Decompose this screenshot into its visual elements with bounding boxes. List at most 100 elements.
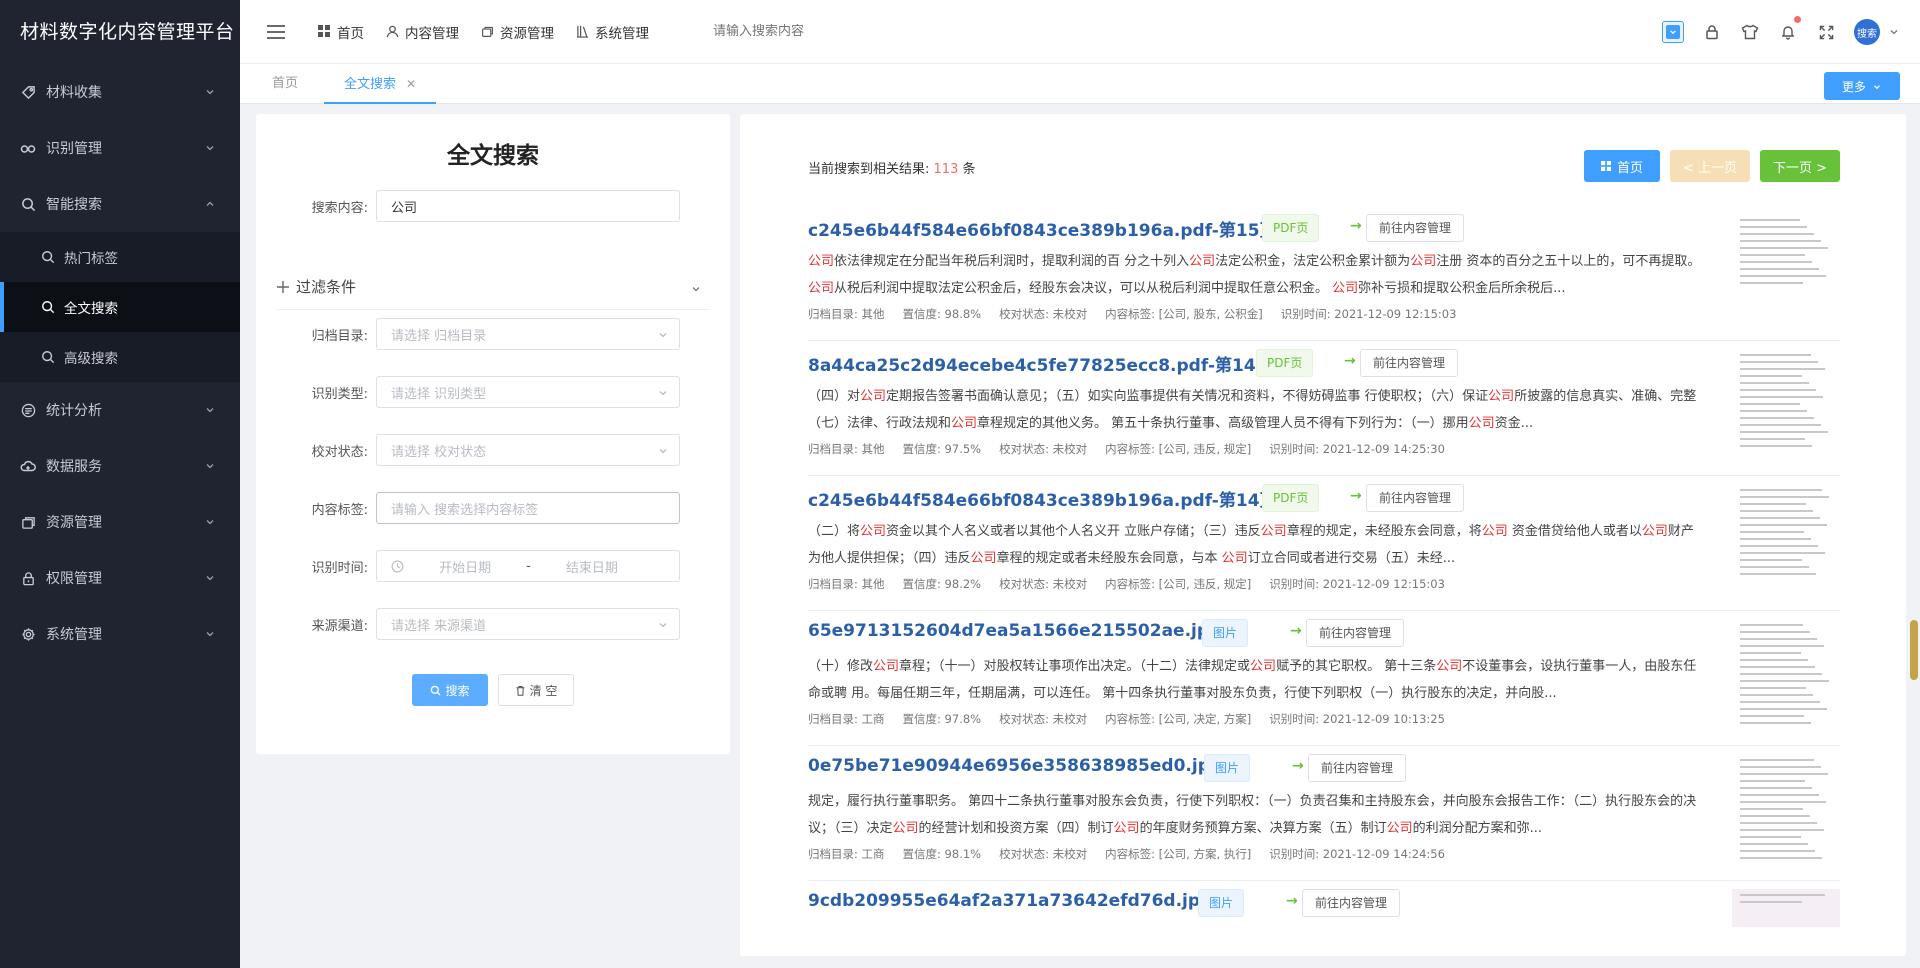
prev-page-button[interactable]: < 上一页: [1670, 150, 1750, 182]
goto-content-management-button[interactable]: 前往内容管理: [1306, 619, 1405, 647]
result-title-link[interactable]: 0e75be71e90944e6956e358638985ed0.jpg: [808, 756, 1222, 776]
avatar[interactable]: 搜索: [1854, 19, 1880, 45]
sidebar-subitem-fulltext-search[interactable]: 全文搜索: [0, 282, 240, 332]
summary-suffix: 条: [962, 162, 976, 177]
clock-icon: [391, 560, 404, 573]
result-title-link[interactable]: 65e9713152604d7ea5a1566e215502ae.jpg: [808, 621, 1221, 641]
result-meta-field: 内容标签: [公司, 股东, 公积金]: [1105, 307, 1263, 321]
result-meta: 归档目录: 其他 置信度: 98.2% 校对状态: 未校对 内容标签: [公司, 违反…: [808, 576, 1463, 592]
recognition-time-range[interactable]: 开始日期 - 结束日期: [376, 550, 680, 582]
archive-select[interactable]: 请选择 归档目录: [376, 318, 680, 350]
result-item: 0e75be71e90944e6956e358638985ed0.jpg 图片 → 前…: [808, 746, 1840, 881]
filter-collapse-header[interactable]: 过滤条件: [276, 264, 710, 310]
result-title-link[interactable]: c245e6b44f584e66bf0843ce389b196a.pdf-第15…: [808, 216, 1277, 241]
result-thumbnail[interactable]: [1732, 484, 1840, 596]
sidebar-item-recognition[interactable]: 识别管理: [0, 120, 240, 176]
chart-icon: [20, 402, 36, 418]
tab-home[interactable]: 首页: [272, 64, 298, 104]
content-tag-input[interactable]: 请输入 搜索选择内容标签: [376, 492, 680, 524]
sidebar-item-system-management[interactable]: 系统管理: [0, 606, 240, 662]
close-icon[interactable]: ✕: [406, 77, 416, 91]
goto-content-management-button[interactable]: 前往内容管理: [1360, 349, 1459, 377]
goto-content-management-button[interactable]: 前往内容管理: [1366, 214, 1465, 242]
result-meta: 归档目录: 工商 置信度: 97.8% 校对状态: 未校对 内容标签: [公司, 决定…: [808, 711, 1463, 727]
result-snippet: 规定，履行执行董事职务。 第四十二条执行董事对股东会负责，行使下列职权：（一）负…: [808, 794, 1697, 836]
arrow-right-icon: →: [1350, 488, 1362, 504]
recognition-type-select[interactable]: 请选择 识别类型: [376, 376, 680, 408]
more-button[interactable]: 更多: [1824, 72, 1900, 100]
sidebar-item-material-collection[interactable]: 材料收集: [0, 64, 240, 120]
chevron-down-icon: [204, 572, 216, 584]
trash-icon: [515, 685, 526, 696]
sidebar-item-statistics[interactable]: 统计分析: [0, 382, 240, 438]
search-icon: [40, 299, 56, 315]
nav-home[interactable]: 首页: [318, 22, 364, 42]
pager: 首页 < 上一页 下一页 >: [1574, 150, 1840, 182]
sidebar-item-label: 识别管理: [46, 141, 102, 157]
first-page-button[interactable]: 首页: [1584, 150, 1660, 182]
result-meta-field: 内容标签: [公司, 决定, 方案]: [1105, 712, 1252, 726]
proof-label: 校对状态:: [311, 444, 368, 460]
proof-status-select[interactable]: 请选择 校对状态: [376, 434, 680, 466]
sidebar-subitem-label: 热门标签: [64, 251, 118, 267]
fullscreen-icon[interactable]: [1816, 22, 1836, 42]
arrow-right-icon: →: [1290, 623, 1302, 639]
form-row-time: 识别时间: 开始日期 - 结束日期: [256, 550, 730, 582]
end-date-placeholder[interactable]: 结束日期: [566, 557, 618, 576]
tag-placeholder: 请输入 搜索选择内容标签: [391, 502, 539, 518]
sidebar-subitem-advanced-search[interactable]: 高级搜索: [0, 332, 240, 382]
result-thumbnail[interactable]: [1732, 349, 1840, 461]
form-row-type: 识别类型: 请选择 识别类型: [256, 376, 730, 408]
result-title-link[interactable]: c245e6b44f584e66bf0843ce389b196a.pdf-第14…: [808, 486, 1277, 511]
search-icon: [40, 349, 56, 365]
goto-content-management-button[interactable]: 前往内容管理: [1308, 754, 1407, 782]
chevron-down-icon: [1666, 25, 1680, 39]
tab-fulltext-search[interactable]: 全文搜索 ✕: [324, 64, 437, 104]
box-icon: [481, 25, 495, 39]
shirt-icon[interactable]: [1740, 22, 1760, 42]
result-title-link[interactable]: 9cdb209955e64af2a371a73642efd76d.jpg: [808, 891, 1212, 911]
result-thumbnail[interactable]: [1732, 754, 1840, 866]
sidebar-item-data-service[interactable]: 数据服务: [0, 438, 240, 494]
result-meta: 归档目录: 其他 置信度: 97.5% 校对状态: 未校对 内容标签: [公司, 违反…: [808, 441, 1463, 457]
nav-system-management[interactable]: 系统管理: [576, 22, 649, 42]
result-meta-field: 归档目录: 其他: [808, 577, 885, 591]
goto-content-management-button[interactable]: 前往内容管理: [1302, 889, 1401, 917]
result-thumbnail[interactable]: [1732, 619, 1840, 731]
search-content-input[interactable]: 公司: [376, 190, 680, 222]
result-meta-field: 置信度: 98.2%: [902, 577, 982, 591]
next-page-button[interactable]: 下一页 >: [1760, 150, 1840, 182]
start-date-placeholder[interactable]: 开始日期: [439, 557, 491, 576]
search-button[interactable]: 搜索: [412, 674, 488, 706]
nav-content-management[interactable]: 内容管理: [386, 22, 459, 42]
sidebar-item-label: 材料收集: [46, 85, 102, 101]
hamburger-icon[interactable]: [264, 20, 288, 44]
results-panel: 当前搜索到相关结果: 113 条 首页 < 上一页 下一页 > c245e6b4…: [740, 114, 1906, 956]
result-meta-field: 识别时间: 2021-12-09 14:25:30: [1269, 442, 1445, 456]
result-title-link[interactable]: 8a44ca25c2d94ecebe4c5fe77825ecc8.pdf-第14…: [808, 351, 1273, 376]
result-meta-field: 内容标签: [公司, 违反, 规定]: [1105, 442, 1252, 456]
sidebar-subitem-hot-tags[interactable]: 热门标签: [0, 232, 240, 282]
sidebar-item-permission-management[interactable]: 权限管理: [0, 550, 240, 606]
form-row-tag: 内容标签: 请输入 搜索选择内容标签: [256, 492, 730, 524]
content-label: 搜索内容:: [311, 200, 368, 216]
dropdown-select-icon[interactable]: [1662, 21, 1684, 43]
sidebar-item-resource-management[interactable]: 资源管理: [0, 494, 240, 550]
form-row-proof: 校对状态: 请选择 校对状态: [256, 434, 730, 466]
lock-icon[interactable]: [1702, 22, 1722, 42]
nav-resource-management[interactable]: 资源管理: [481, 22, 554, 42]
sidebar-item-smart-search[interactable]: 智能搜索: [0, 176, 240, 232]
page-scrollbar[interactable]: [1910, 620, 1918, 680]
result-snippet: （十）修改公司章程；（十一）对股权转让事项作出决定。（十二）法律规定或公司赋予的…: [808, 659, 1697, 701]
grid-icon: [318, 24, 332, 39]
bell-icon[interactable]: [1778, 16, 1801, 42]
result-thumbnail[interactable]: [1732, 214, 1840, 326]
clear-button[interactable]: 清 空: [498, 674, 574, 706]
sidebar-item-label: 统计分析: [46, 403, 102, 419]
goto-content-management-button[interactable]: 前往内容管理: [1366, 484, 1465, 512]
tab-label: 首页: [272, 76, 299, 91]
global-search-input[interactable]: [713, 24, 1013, 39]
result-thumbnail[interactable]: [1732, 889, 1840, 927]
chevron-down-icon[interactable]: [1888, 26, 1900, 38]
source-channel-select[interactable]: 请选择 来源渠道: [376, 608, 680, 640]
